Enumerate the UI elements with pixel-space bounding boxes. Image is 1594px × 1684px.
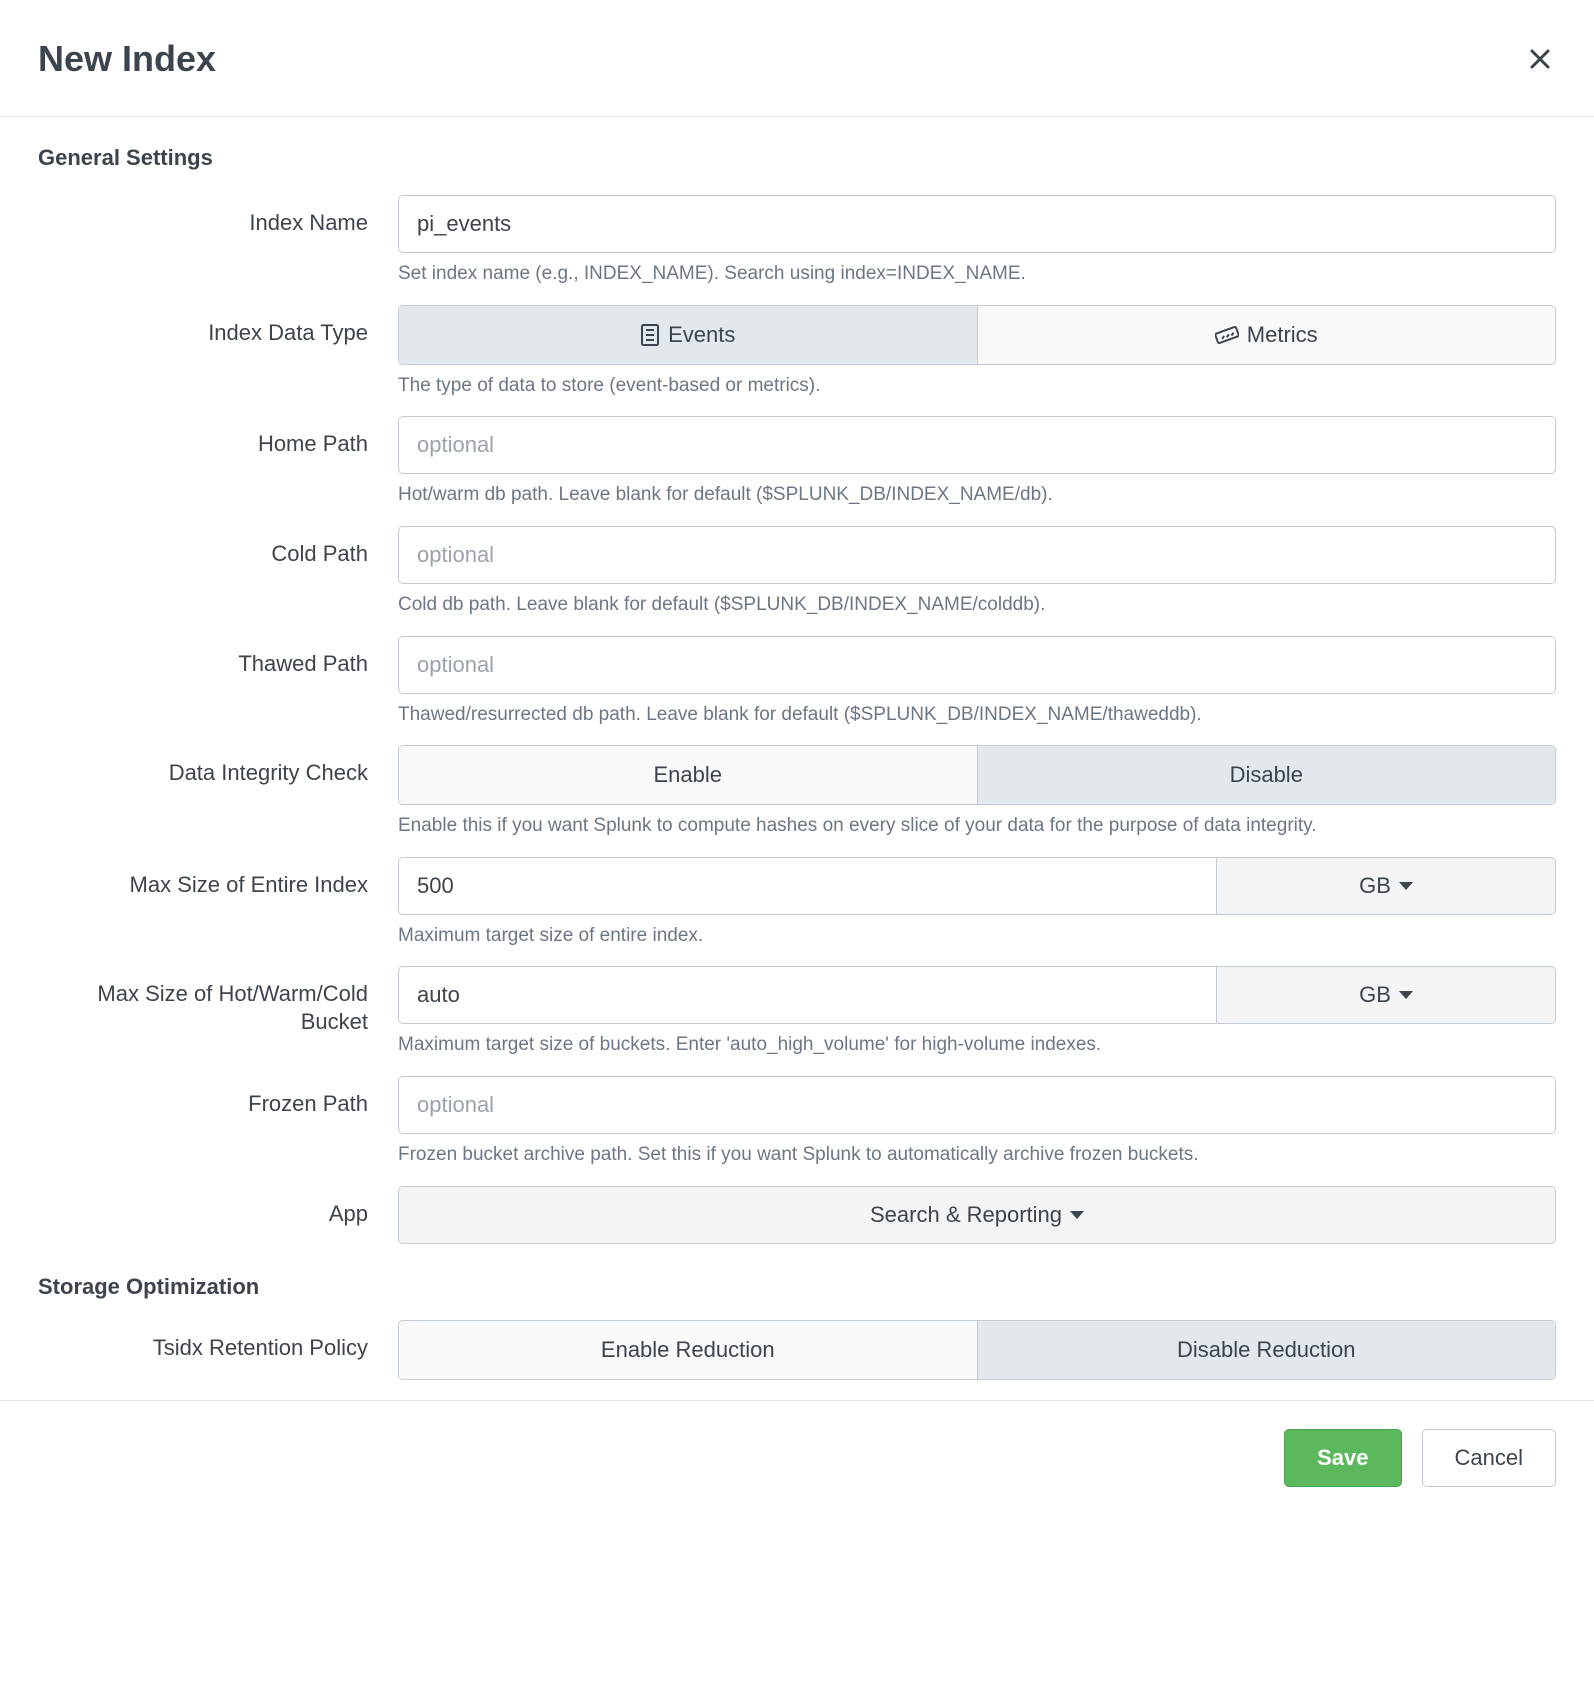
dialog-footer: Save Cancel: [0, 1401, 1594, 1515]
metrics-icon: [1215, 325, 1239, 345]
help-home-path: Hot/warm db path. Leave blank for defaul…: [398, 482, 1556, 508]
integrity-enable[interactable]: Enable: [399, 746, 977, 804]
help-integrity: Enable this if you want Splunk to comput…: [398, 813, 1556, 839]
save-button-label: Save: [1317, 1445, 1368, 1471]
section-general-settings: General Settings: [38, 145, 1556, 171]
integrity-disable[interactable]: Disable: [977, 746, 1556, 804]
tsidx-enable[interactable]: Enable Reduction: [399, 1321, 977, 1379]
integrity-disable-label: Disable: [1230, 762, 1303, 788]
new-index-dialog: New Index General Settings Index Name Se…: [0, 0, 1594, 1515]
tsidx-toggle: Enable Reduction Disable Reduction: [398, 1320, 1556, 1380]
max-index-size-unit-dropdown[interactable]: GB: [1216, 857, 1556, 915]
row-data-type: Index Data Type Events Metrics: [38, 305, 1556, 399]
app-selected-label: Search & Reporting: [870, 1202, 1062, 1228]
label-integrity: Data Integrity Check: [38, 745, 398, 787]
index-name-input[interactable]: [398, 195, 1556, 253]
cancel-button[interactable]: Cancel: [1422, 1429, 1556, 1487]
data-type-metrics[interactable]: Metrics: [977, 306, 1556, 364]
row-cold-path: Cold Path Cold db path. Leave blank for …: [38, 526, 1556, 618]
help-thawed-path: Thawed/resurrected db path. Leave blank …: [398, 702, 1556, 728]
row-max-bucket-size: Max Size of Hot/Warm/Cold Bucket GB Maxi…: [38, 966, 1556, 1058]
max-index-size-group: GB: [398, 857, 1556, 915]
caret-down-icon: [1399, 882, 1413, 890]
label-data-type: Index Data Type: [38, 305, 398, 347]
data-type-events[interactable]: Events: [399, 306, 977, 364]
label-tsidx: Tsidx Retention Policy: [38, 1320, 398, 1362]
integrity-enable-label: Enable: [653, 762, 722, 788]
help-max-index-size: Maximum target size of entire index.: [398, 923, 1556, 949]
max-bucket-size-unit-label: GB: [1359, 982, 1391, 1008]
label-frozen-path: Frozen Path: [38, 1076, 398, 1118]
frozen-path-input[interactable]: [398, 1076, 1556, 1134]
app-dropdown[interactable]: Search & Reporting: [398, 1186, 1556, 1244]
max-index-size-unit-label: GB: [1359, 873, 1391, 899]
help-data-type: The type of data to store (event-based o…: [398, 373, 1556, 399]
data-type-metrics-label: Metrics: [1247, 322, 1318, 348]
label-max-bucket-size: Max Size of Hot/Warm/Cold Bucket: [38, 966, 398, 1035]
help-cold-path: Cold db path. Leave blank for default ($…: [398, 592, 1556, 618]
tsidx-enable-label: Enable Reduction: [601, 1337, 775, 1363]
row-tsidx: Tsidx Retention Policy Enable Reduction …: [38, 1320, 1556, 1380]
integrity-toggle: Enable Disable: [398, 745, 1556, 805]
help-max-bucket-size: Maximum target size of buckets. Enter 'a…: [398, 1032, 1556, 1058]
help-frozen-path: Frozen bucket archive path. Set this if …: [398, 1142, 1556, 1168]
max-bucket-size-group: GB: [398, 966, 1556, 1024]
row-max-index-size: Max Size of Entire Index GB Maximum targ…: [38, 857, 1556, 949]
data-type-toggle: Events Metrics: [398, 305, 1556, 365]
dialog-body: General Settings Index Name Set index na…: [0, 117, 1594, 1401]
label-max-index-size: Max Size of Entire Index: [38, 857, 398, 899]
tsidx-disable[interactable]: Disable Reduction: [977, 1321, 1556, 1379]
caret-down-icon: [1070, 1211, 1084, 1219]
home-path-input[interactable]: [398, 416, 1556, 474]
max-bucket-size-input[interactable]: [398, 966, 1216, 1024]
data-type-events-label: Events: [668, 322, 735, 348]
row-integrity: Data Integrity Check Enable Disable Enab…: [38, 745, 1556, 839]
save-button[interactable]: Save: [1284, 1429, 1401, 1487]
row-index-name: Index Name Set index name (e.g., INDEX_N…: [38, 195, 1556, 287]
cancel-button-label: Cancel: [1455, 1445, 1523, 1471]
section-storage-optimization: Storage Optimization: [38, 1274, 1556, 1300]
caret-down-icon: [1399, 991, 1413, 999]
row-home-path: Home Path Hot/warm db path. Leave blank …: [38, 416, 1556, 508]
cold-path-input[interactable]: [398, 526, 1556, 584]
close-icon: [1528, 47, 1552, 71]
row-thawed-path: Thawed Path Thawed/resurrected db path. …: [38, 636, 1556, 728]
label-index-name: Index Name: [38, 195, 398, 237]
help-index-name: Set index name (e.g., INDEX_NAME). Searc…: [398, 261, 1556, 287]
dialog-header: New Index: [0, 0, 1594, 117]
close-button[interactable]: [1524, 43, 1556, 75]
label-home-path: Home Path: [38, 416, 398, 458]
thawed-path-input[interactable]: [398, 636, 1556, 694]
max-bucket-size-unit-dropdown[interactable]: GB: [1216, 966, 1556, 1024]
events-icon: [640, 324, 660, 346]
label-thawed-path: Thawed Path: [38, 636, 398, 678]
dialog-title: New Index: [38, 38, 216, 80]
label-app: App: [38, 1186, 398, 1228]
max-index-size-input[interactable]: [398, 857, 1216, 915]
row-app: App Search & Reporting: [38, 1186, 1556, 1244]
row-frozen-path: Frozen Path Frozen bucket archive path. …: [38, 1076, 1556, 1168]
tsidx-disable-label: Disable Reduction: [1177, 1337, 1356, 1363]
label-cold-path: Cold Path: [38, 526, 398, 568]
